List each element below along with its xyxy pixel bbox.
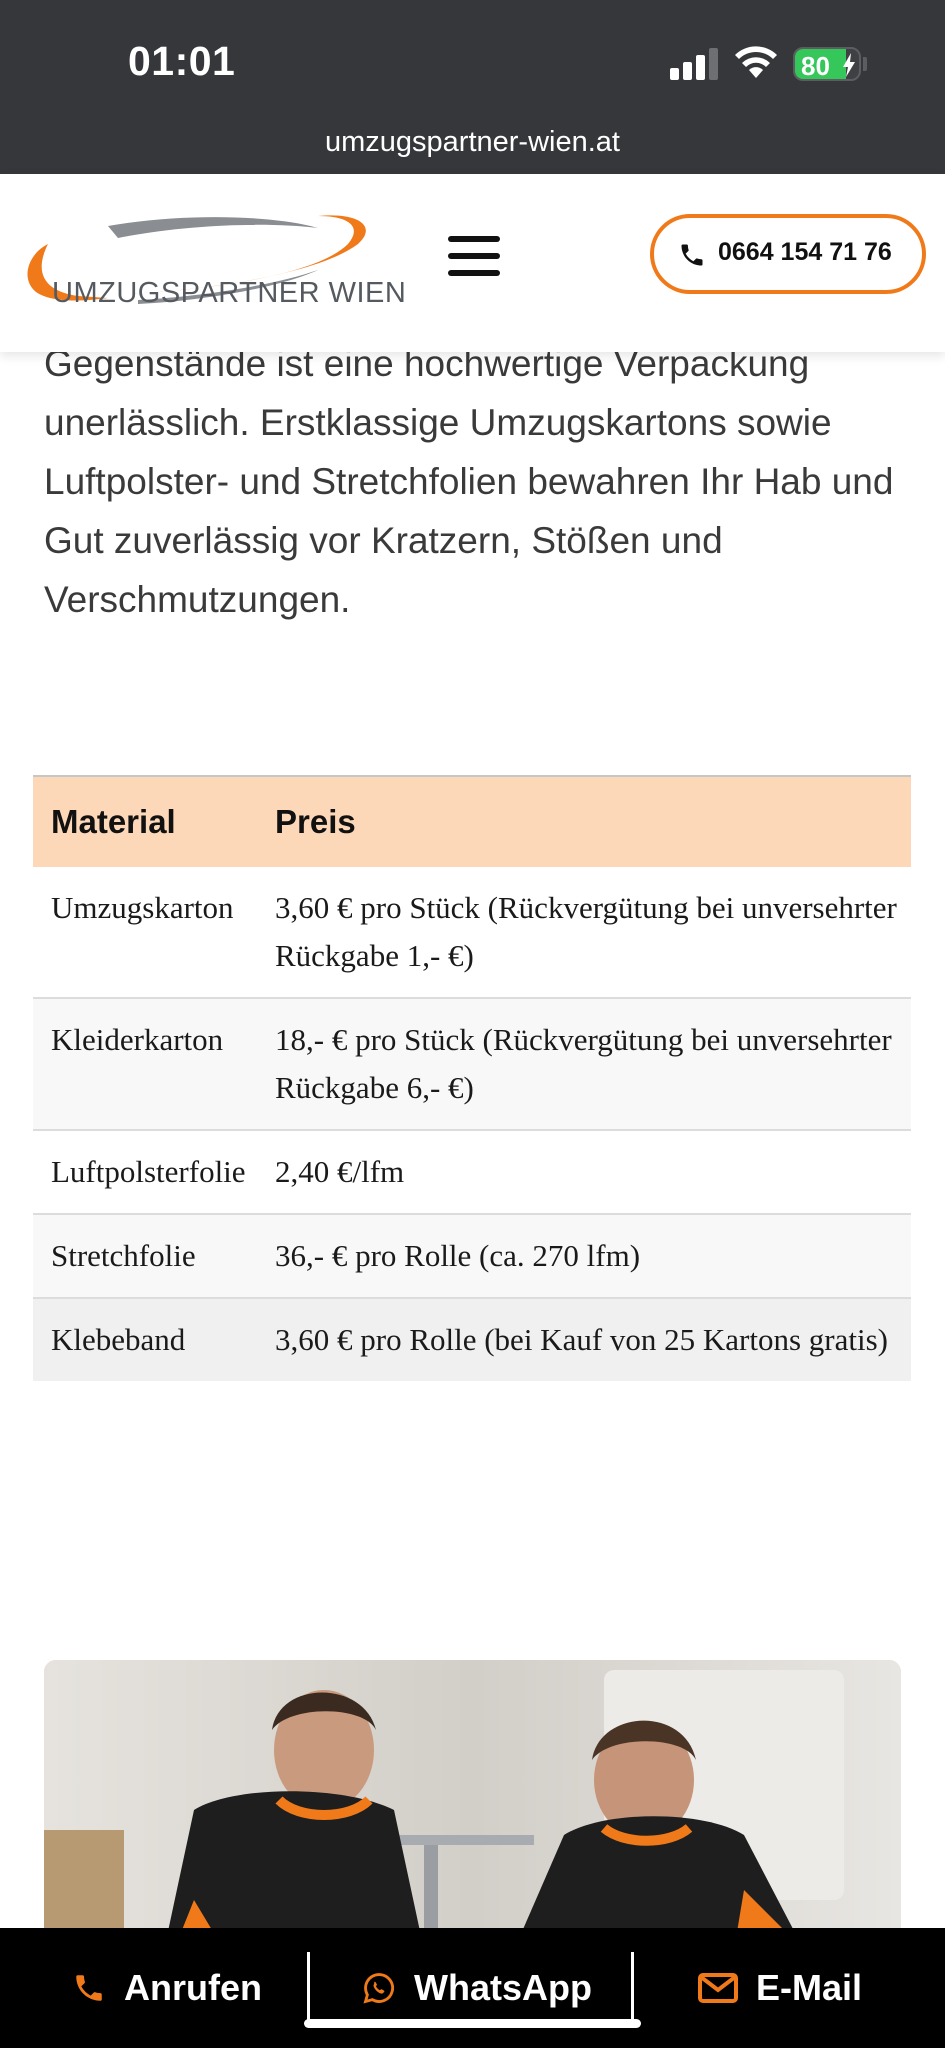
battery-icon: 80 bbox=[793, 47, 861, 81]
divider bbox=[307, 1952, 310, 2026]
site-logo[interactable]: UMZUGSPARTNER WIEN bbox=[18, 204, 406, 314]
home-indicator bbox=[304, 2019, 641, 2028]
table-cell-price: 3,60 € pro Rolle (bei Kauf von 25 Karton… bbox=[275, 1322, 888, 1357]
hamburger-menu-button[interactable] bbox=[448, 236, 500, 276]
call-button[interactable]: Anrufen bbox=[72, 1928, 262, 2048]
price-table: Material Preis Umzugskarton 3,60 € pro S… bbox=[33, 775, 911, 1381]
table-row: Umzugskarton 3,60 € pro Stück (Rückvergü… bbox=[33, 867, 911, 999]
divider bbox=[631, 1952, 634, 2026]
hamburger-icon bbox=[448, 236, 500, 242]
wifi-icon bbox=[735, 46, 777, 78]
table-cell-material: Kleiderkarton bbox=[51, 1022, 224, 1057]
hamburger-icon-bar bbox=[448, 270, 500, 276]
table-row: Klebeband 3,60 € pro Rolle (bei Kauf von… bbox=[33, 1299, 911, 1381]
phone-icon bbox=[681, 244, 703, 266]
table-cell-material: Klebeband bbox=[51, 1322, 186, 1357]
site-header: UMZUGSPARTNER WIEN 0664 154 71 76 bbox=[0, 174, 945, 352]
call-label: Anrufen bbox=[124, 1967, 262, 2008]
charging-bolt-icon bbox=[843, 53, 855, 77]
battery-nub bbox=[863, 57, 867, 71]
table-cell-price: 36,- € pro Rolle (ca. 270 lfm) bbox=[275, 1238, 641, 1273]
table-cell-price: 3,60 € pro Stück (Rückvergütung bei unve… bbox=[275, 890, 897, 973]
movers-illustration bbox=[44, 1660, 901, 1950]
table-row: Luftpolsterfolie 2,40 €/lfm bbox=[33, 1131, 911, 1215]
table-cell-material: Luftpolsterfolie bbox=[51, 1154, 246, 1189]
whatsapp-button[interactable]: WhatsApp bbox=[362, 1928, 592, 2048]
browser-url[interactable]: umzugspartner-wien.at bbox=[0, 126, 945, 159]
whatsapp-label: WhatsApp bbox=[414, 1967, 592, 2008]
table-cell-price: 2,40 €/lfm bbox=[275, 1154, 405, 1189]
email-button[interactable]: E-Mail bbox=[698, 1928, 862, 2048]
bottom-action-bar: Anrufen WhatsApp E-Mail bbox=[0, 1928, 945, 2048]
table-row: Kleiderkarton 18,- € pro Stück (Rückverg… bbox=[33, 999, 911, 1131]
whatsapp-icon bbox=[363, 1973, 394, 2004]
cellular-signal-icon bbox=[670, 48, 718, 80]
logo-text: UMZUGSPARTNER WIEN bbox=[52, 277, 407, 309]
status-bar: 01:01 80 umzugspartner-wien.at bbox=[0, 0, 945, 174]
movers-photo bbox=[44, 1660, 901, 1950]
phone-number-label: 0664 154 71 76 bbox=[718, 238, 892, 266]
column-header-preis: Preis bbox=[275, 803, 356, 840]
table-header-row: Material Preis bbox=[33, 777, 911, 867]
phone-icon bbox=[76, 1975, 102, 2001]
table-cell-material: Umzugskarton bbox=[51, 890, 234, 925]
email-label: E-Mail bbox=[756, 1967, 863, 2008]
status-time: 01:01 bbox=[128, 38, 236, 84]
mail-icon bbox=[698, 1973, 738, 2003]
table-cell-price: 18,- € pro Stück (Rückvergütung bei unve… bbox=[275, 1022, 892, 1105]
table-row: Stretchfolie 36,- € pro Rolle (ca. 270 l… bbox=[33, 1215, 911, 1299]
column-header-material: Material bbox=[51, 803, 176, 840]
hamburger-icon-bar bbox=[448, 253, 500, 259]
table-cell-material: Stretchfolie bbox=[51, 1238, 196, 1273]
battery-percentage: 80 bbox=[801, 51, 830, 81]
phone-call-button[interactable]: 0664 154 71 76 bbox=[650, 214, 926, 294]
intro-paragraph: Gegenstände ist eine hochwertige Verpack… bbox=[44, 343, 894, 620]
